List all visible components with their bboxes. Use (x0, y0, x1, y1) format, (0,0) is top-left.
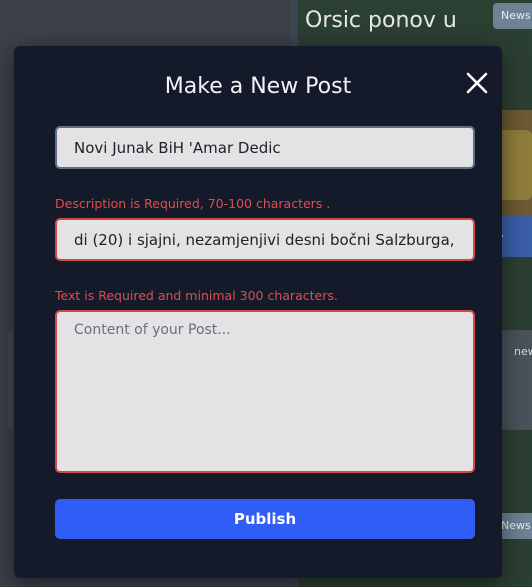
description-input[interactable] (55, 218, 475, 261)
new-post-modal: Make a New Post Description is Required,… (14, 46, 502, 578)
side-card-text: new (514, 345, 532, 358)
post-title-input[interactable] (55, 126, 475, 169)
close-icon[interactable] (464, 70, 490, 96)
news-badge: News (493, 3, 532, 29)
text-error: Text is Required and minimal 300 charact… (55, 288, 338, 303)
publish-button[interactable]: Publish (55, 499, 475, 539)
background-article-title: Orsic ponov u (305, 8, 457, 33)
description-error: Description is Required, 70-100 characte… (55, 196, 331, 211)
modal-title: Make a New Post (164, 74, 352, 99)
post-content-textarea[interactable] (55, 310, 475, 473)
